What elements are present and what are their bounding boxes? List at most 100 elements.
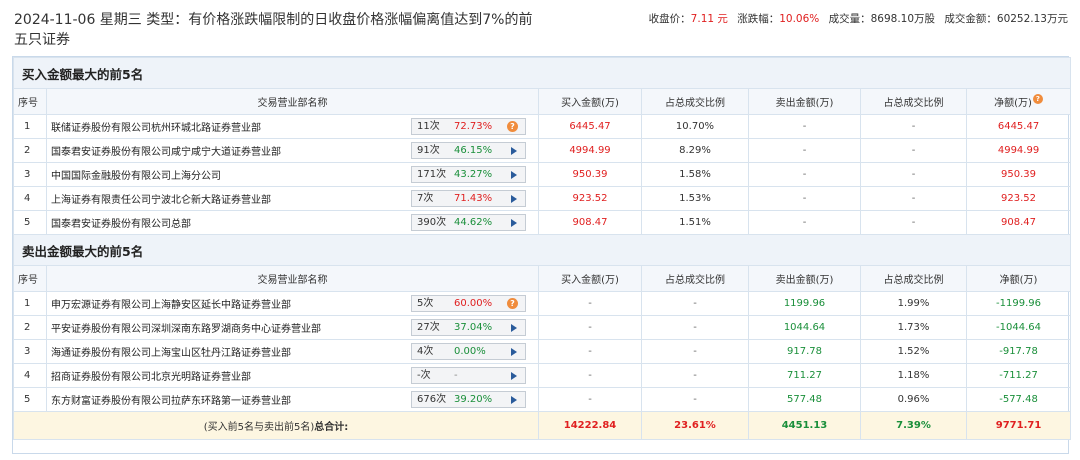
table-row: 5 东方财富证券股份有限公司拉萨东环路第一证券营业部 676次 39.20% - -577… xyxy=(13,387,1072,412)
close-price-value: 7.11 元 xyxy=(690,13,728,25)
dept-stats-pill[interactable]: 171次 43.27% xyxy=(411,166,526,183)
net-amount: -917.78 xyxy=(965,339,1072,364)
play-arrow-icon[interactable] xyxy=(511,195,517,203)
play-arrow-icon[interactable] xyxy=(511,348,517,356)
sell-amount: 1199.96 xyxy=(748,291,861,316)
net-amount: 4994.99 xyxy=(965,138,1072,163)
dept-trade-count: -次 xyxy=(417,370,431,381)
dept-stats-pill[interactable]: 390次 44.62% xyxy=(411,214,526,231)
row-index: 3 xyxy=(13,339,47,364)
col-dept: 交易营业部名称 xyxy=(46,265,539,292)
col-sell: 卖出金额(万) xyxy=(748,265,861,292)
dept-stats-pill[interactable]: 7次 71.43% xyxy=(411,190,526,207)
net-amount: -711.27 xyxy=(965,363,1072,388)
buy-section-header: 买入金额最大的前5名 xyxy=(12,57,1072,89)
total-net: 9771.71 xyxy=(965,411,1072,440)
dept-win-rate: 43.27% xyxy=(454,169,493,180)
sell-amount: - xyxy=(748,186,861,211)
sell-ratio: - xyxy=(860,210,967,235)
volume-value: 8698.10万股 xyxy=(870,13,936,25)
table-row: 1 申万宏源证券有限公司上海静安区延长中路证券营业部 5次 60.00%? - -1199… xyxy=(13,291,1072,316)
dept-cell: 海通证券股份有限公司上海宝山区牡丹江路证券营业部 4次 0.00% xyxy=(46,339,539,364)
total-sell: 4451.13 xyxy=(748,411,861,440)
table-row: 4 招商证券股份有限公司北京光明路证券营业部 -次 - - -711.27 1.18% -71… xyxy=(13,363,1072,388)
sell-ratio: 0.96% xyxy=(860,387,967,412)
change-label: 涨跌幅： xyxy=(737,13,780,25)
table-row: 4 上海证券有限责任公司宁波北仑新大路证券营业部 7次 71.43% 923.52 1.5… xyxy=(13,186,1072,211)
dept-cell: 东方财富证券股份有限公司拉萨东环路第一证券营业部 676次 39.20% xyxy=(46,387,539,412)
dept-name-link[interactable]: 国泰君安证券股份有限公司总部 xyxy=(51,215,191,230)
dept-stats-pill[interactable]: 4次 0.00% xyxy=(411,343,526,360)
row-index: 2 xyxy=(13,315,47,340)
dept-cell: 中国国际金融股份有限公司上海分公司 171次 43.27% xyxy=(46,162,539,187)
buy-amount: 6445.47 xyxy=(538,114,642,139)
table-row: 2 国泰君安证券股份有限公司咸宁咸宁大道证券营业部 91次 46.15% 4994.99… xyxy=(13,138,1072,163)
total-sell-ratio: 7.39% xyxy=(860,411,967,440)
dept-name-link[interactable]: 平安证券股份有限公司深圳深南东路罗湖商务中心证券营业部 xyxy=(51,320,321,335)
dept-win-rate: 46.15% xyxy=(454,145,493,156)
row-index: 3 xyxy=(13,162,47,187)
buy-amount: 923.52 xyxy=(538,186,642,211)
page-header: 2024-11-06 星期三 类型：有价格涨跌幅限制的日收盘价格涨幅偏离值达到7… xyxy=(0,0,1080,52)
stock-stats: 收盘价：7.11 元 涨跌幅：10.06% 成交量：8698.10万股 成交金额… xyxy=(649,11,1068,26)
buy-ratio: - xyxy=(641,387,749,412)
table-row: 1 联储证券股份有限公司杭州环城北路证券营业部 11次 72.73%? 6445.47 1… xyxy=(13,114,1072,139)
dept-stats-pill[interactable]: 11次 72.73%? xyxy=(411,118,526,135)
dept-stats-pill[interactable]: 27次 37.04% xyxy=(411,319,526,336)
row-index: 2 xyxy=(13,138,47,163)
change-value: 10.06% xyxy=(779,13,820,25)
sell-amount: - xyxy=(748,162,861,187)
sell-amount: 917.78 xyxy=(748,339,861,364)
dept-stats-pill[interactable]: 676次 39.20% xyxy=(411,391,526,408)
play-arrow-icon[interactable] xyxy=(511,219,517,227)
question-circle-icon[interactable]: ? xyxy=(507,298,518,309)
dept-stats-pill[interactable]: 5次 60.00%? xyxy=(411,295,526,312)
page-title: 2024-11-06 星期三 类型：有价格涨跌幅限制的日收盘价格涨幅偏离值达到7… xyxy=(14,12,533,48)
dept-stats-pill[interactable]: 91次 46.15% xyxy=(411,142,526,159)
sell-ratio: - xyxy=(860,186,967,211)
buy-ratio: 1.51% xyxy=(641,210,749,235)
dept-trade-count: 91次 xyxy=(417,145,440,156)
dept-stats-pill[interactable]: -次 - xyxy=(411,367,526,384)
dept-name-link[interactable]: 中国国际金融股份有限公司上海分公司 xyxy=(51,167,221,182)
dept-name-link[interactable]: 海通证券股份有限公司上海宝山区牡丹江路证券营业部 xyxy=(51,344,291,359)
dept-name-link[interactable]: 东方财富证券股份有限公司拉萨东环路第一证券营业部 xyxy=(51,392,291,407)
dept-name-link[interactable]: 联储证券股份有限公司杭州环城北路证券营业部 xyxy=(51,119,261,134)
buy-ratio: 1.58% xyxy=(641,162,749,187)
dept-trade-count: 7次 xyxy=(417,193,434,204)
dept-name-link[interactable]: 国泰君安证券股份有限公司咸宁咸宁大道证券营业部 xyxy=(51,143,281,158)
sell-ratio: - xyxy=(860,114,967,139)
total-label: (买入前5名与卖出前5名)总合计: xyxy=(13,411,539,440)
buy-amount: 4994.99 xyxy=(538,138,642,163)
question-circle-icon[interactable]: ? xyxy=(507,121,518,132)
dept-trade-count: 676次 xyxy=(417,394,447,405)
row-index: 5 xyxy=(13,387,47,412)
row-index: 1 xyxy=(13,291,47,316)
col-sell-ratio: 占总成交比例 xyxy=(860,265,967,292)
buy-ratio: 10.70% xyxy=(641,114,749,139)
dept-trade-count: 4次 xyxy=(417,346,434,357)
dept-trade-count: 5次 xyxy=(417,298,434,309)
net-amount: 950.39 xyxy=(965,162,1072,187)
col-buy-ratio: 占总成交比例 xyxy=(641,265,749,292)
dept-name-link[interactable]: 上海证券有限责任公司宁波北仑新大路证券营业部 xyxy=(51,191,271,206)
dept-name-link[interactable]: 招商证券股份有限公司北京光明路证券营业部 xyxy=(51,368,251,383)
sell-ratio: 1.52% xyxy=(860,339,967,364)
dept-name-link[interactable]: 申万宏源证券有限公司上海静安区延长中路证券营业部 xyxy=(51,296,291,311)
play-arrow-icon[interactable] xyxy=(511,171,517,179)
buy-ratio: - xyxy=(641,291,749,316)
sell-column-header: 序号 交易营业部名称 买入金额(万) 占总成交比例 卖出金额(万) 占总成交比例 净额(万) xyxy=(13,265,1072,292)
col-sell: 卖出金额(万) xyxy=(748,88,861,115)
play-arrow-icon[interactable] xyxy=(511,372,517,380)
net-amount: -577.48 xyxy=(965,387,1072,412)
dept-cell: 国泰君安证券股份有限公司咸宁咸宁大道证券营业部 91次 46.15% xyxy=(46,138,539,163)
net-amount: 6445.47 xyxy=(965,114,1072,139)
play-arrow-icon[interactable] xyxy=(511,396,517,404)
play-arrow-icon[interactable] xyxy=(511,324,517,332)
question-circle-icon[interactable]: ? xyxy=(1032,94,1043,104)
dept-trade-count: 27次 xyxy=(417,322,440,333)
table-row: 3 海通证券股份有限公司上海宝山区牡丹江路证券营业部 4次 0.00% - -917.78… xyxy=(13,339,1072,364)
play-arrow-icon[interactable] xyxy=(511,147,517,155)
dept-cell: 国泰君安证券股份有限公司总部 390次 44.62% xyxy=(46,210,539,235)
buy-amount: 950.39 xyxy=(538,162,642,187)
